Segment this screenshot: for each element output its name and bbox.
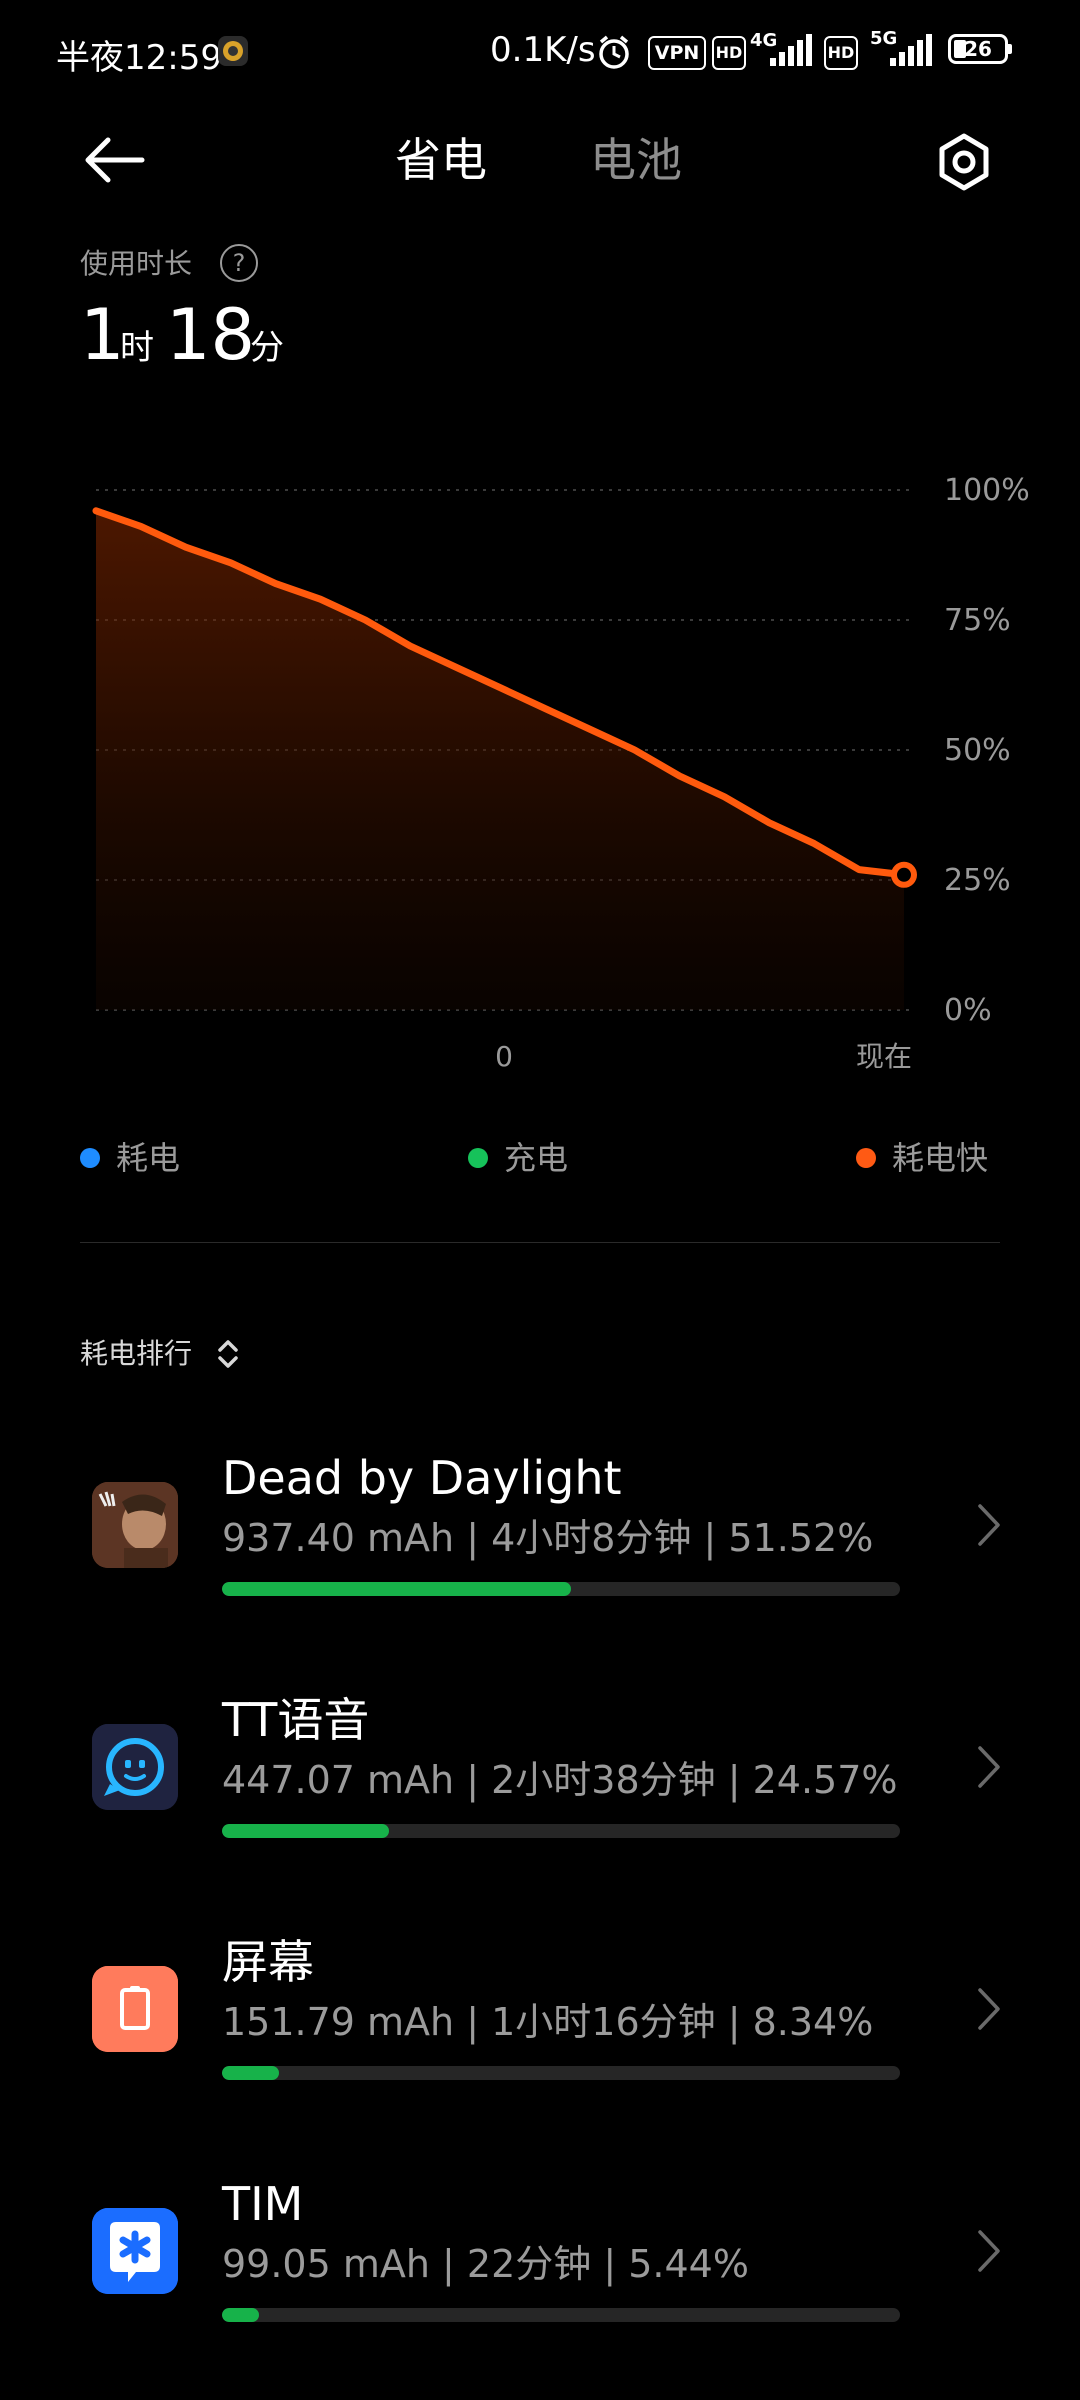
tab-battery[interactable]: 电池	[590, 130, 682, 190]
tt-voice-icon	[92, 1724, 178, 1810]
chevron-right-icon	[978, 2230, 1000, 2272]
status-time: 半夜12:59	[56, 38, 222, 78]
battery-icon: 26	[948, 34, 1012, 64]
legend-label-fast-drain: 耗电快	[892, 1139, 989, 1177]
legend-dot-charging	[468, 1148, 488, 1168]
divider	[80, 1242, 1000, 1243]
app-usage-stats: 937.40 mAh | 4小时8分钟 | 51.52%	[222, 1516, 874, 1560]
usage-hours-unit: 时	[120, 328, 154, 368]
alarm-icon	[594, 32, 634, 76]
usage-bar	[222, 1824, 900, 1838]
legend-label-charging: 充电	[504, 1139, 569, 1177]
legend-dot-consumption	[80, 1148, 100, 1168]
settings-button[interactable]	[932, 130, 996, 194]
x-tick-label: 0	[495, 1040, 513, 1073]
usage-hours-value: 1	[80, 294, 125, 376]
list-item[interactable]: TIM 99.05 mAh | 22分钟 | 5.44%	[0, 2128, 1080, 2370]
battery-area-fill	[96, 510, 904, 1010]
notification-app-icon	[218, 36, 248, 66]
usage-bar-fill	[222, 1582, 572, 1596]
sort-updown-icon	[218, 1340, 238, 1368]
tab-power-saving[interactable]: 省电	[395, 130, 487, 190]
tim-icon	[92, 2208, 178, 2294]
dead-by-daylight-icon	[92, 1482, 178, 1568]
y-tick-label: 0%	[944, 993, 992, 1028]
hd-icon: HD	[824, 36, 858, 70]
vpn-icon: VPN	[648, 36, 706, 70]
list-item[interactable]: 屏幕 151.79 mAh | 1小时16分钟 | 8.34%	[0, 1886, 1080, 2128]
legend-label-consumption: 耗电	[116, 1139, 181, 1177]
app-usage-stats: 447.07 mAh | 2小时38分钟 | 24.57%	[222, 1758, 898, 1802]
usage-minutes-value: 18	[166, 294, 256, 376]
back-arrow-icon	[85, 137, 145, 183]
list-item[interactable]: Dead by Daylight 937.40 mAh | 4小时8分钟 | 5…	[0, 1402, 1080, 1644]
battery-level-chart: 100% 75% 50% 25% 0% 0 现在	[92, 473, 1030, 1073]
network-speed: 0.1K/s	[490, 30, 596, 70]
y-tick-label: 50%	[944, 733, 1011, 768]
app-usage-stats: 151.79 mAh | 1小时16分钟 | 8.34%	[222, 2000, 874, 2044]
chevron-right-icon	[978, 1746, 1000, 1788]
chevron-right-icon	[978, 1988, 1000, 2030]
app-name: 屏幕	[222, 1935, 314, 1989]
app-usage-stats: 99.05 mAh | 22分钟 | 5.44%	[222, 2242, 749, 2286]
signal-5g-icon	[872, 30, 938, 74]
signal-4g-icon	[760, 30, 816, 74]
y-tick-label: 100%	[944, 473, 1030, 508]
usage-bar-fill	[222, 2066, 279, 2080]
sort-toggle-button[interactable]	[214, 1338, 242, 1370]
legend-dot-fast-drain	[856, 1148, 876, 1168]
usage-minutes-unit: 分	[250, 328, 284, 368]
y-tick-label: 25%	[944, 863, 1011, 898]
y-tick-label: 75%	[944, 603, 1011, 638]
app-name: TIM	[222, 2177, 304, 2231]
x-tick-label: 现在	[856, 1040, 912, 1073]
app-name: TT语音	[222, 1693, 370, 1747]
screen-icon	[92, 1966, 178, 2052]
current-level-point	[891, 861, 917, 888]
status-bar: 半夜12:59 0.1K/s VPN HD 4G HD 5G 26	[0, 0, 1080, 100]
ranking-title: 耗电排行	[80, 1337, 193, 1370]
app-name: Dead by Daylight	[222, 1451, 622, 1505]
battery-level: 26	[964, 37, 992, 61]
usage-bar	[222, 2308, 900, 2322]
usage-bar-fill	[222, 2308, 259, 2322]
usage-bar-fill	[222, 1824, 389, 1838]
chevron-right-icon	[978, 1504, 1000, 1546]
usage-bar	[222, 1582, 900, 1596]
usage-bar	[222, 2066, 900, 2080]
help-icon[interactable]: ?	[220, 244, 258, 282]
hd-icon: HD	[712, 36, 746, 70]
settings-hexagon-icon	[939, 133, 989, 191]
back-button[interactable]	[78, 132, 150, 188]
list-item[interactable]: TT语音 447.07 mAh | 2小时38分钟 | 24.57%	[0, 1644, 1080, 1886]
usage-duration-label: 使用时长	[80, 247, 193, 280]
